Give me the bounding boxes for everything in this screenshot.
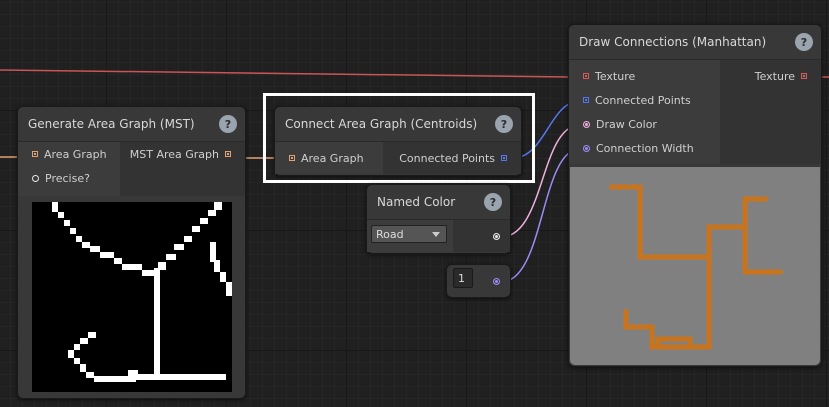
selection-highlight [263, 93, 535, 183]
draw-connections-node[interactable]: Draw Connections (Manhattan) ? Texture C… [568, 24, 822, 367]
help-icon[interactable]: ? [795, 33, 813, 51]
named-color-node[interactable]: Named Color ? Road [366, 184, 511, 254]
port-socket-icon[interactable] [32, 151, 38, 157]
road-connections-drawing [609, 184, 783, 350]
port-label: Area Graph [44, 147, 107, 161]
input-port-connection-width[interactable]: Connection Width [569, 136, 720, 160]
dropdown-value: Road [376, 227, 404, 241]
color-name-dropdown[interactable]: Road [371, 225, 447, 243]
help-icon[interactable]: ? [484, 193, 502, 211]
port-socket-icon[interactable] [32, 174, 39, 182]
port-socket-icon[interactable] [583, 120, 590, 128]
help-icon[interactable]: ? [219, 115, 237, 133]
field-value: 1 [458, 271, 465, 285]
output-port-texture[interactable]: Texture [720, 64, 821, 88]
port-socket-icon[interactable] [583, 97, 589, 103]
port-label: MST Area Graph [129, 147, 219, 161]
input-port-connected-points[interactable]: Connected Points [569, 88, 720, 112]
input-port-draw-color[interactable]: Draw Color [569, 112, 720, 136]
port-socket-icon[interactable] [583, 144, 590, 152]
node-header[interactable]: Draw Connections (Manhattan) ? [569, 25, 821, 60]
width-value-node[interactable]: 1 [446, 264, 511, 298]
input-port-area-graph[interactable]: Area Graph [18, 142, 120, 166]
node-header[interactable]: Generate Area Graph (MST) ? [18, 107, 245, 142]
generate-area-graph-node[interactable]: Generate Area Graph (MST) ? Area Graph P… [17, 106, 246, 399]
node-header[interactable]: Named Color ? [367, 185, 510, 220]
port-label: Connected Points [595, 93, 691, 107]
port-label: Texture [595, 69, 636, 83]
port-label: Draw Color [596, 117, 657, 131]
port-socket-icon[interactable] [225, 151, 231, 157]
port-label: Precise? [45, 171, 90, 185]
input-port-texture[interactable]: Texture [569, 64, 720, 88]
port-socket-icon[interactable] [801, 73, 807, 79]
output-port-mst-area-graph[interactable]: MST Area Graph [120, 142, 245, 166]
mst-preview-image [32, 202, 232, 392]
node-title: Named Color [377, 195, 456, 209]
color-output-socket-icon[interactable] [493, 233, 500, 240]
value-output-socket-icon[interactable] [493, 278, 500, 285]
node-title: Generate Area Graph (MST) [28, 117, 195, 131]
port-label: Connection Width [596, 141, 694, 155]
texture-preview-image [570, 167, 820, 365]
texture-wire[interactable] [0, 69, 571, 78]
port-socket-icon[interactable] [583, 73, 589, 79]
chevron-down-icon [432, 232, 440, 237]
port-label: Texture [754, 69, 795, 83]
width-value-field[interactable]: 1 [453, 268, 473, 288]
node-title: Draw Connections (Manhattan) [579, 35, 767, 49]
input-port-precise[interactable]: Precise? [18, 166, 120, 190]
mst-graph-drawing [52, 202, 232, 382]
